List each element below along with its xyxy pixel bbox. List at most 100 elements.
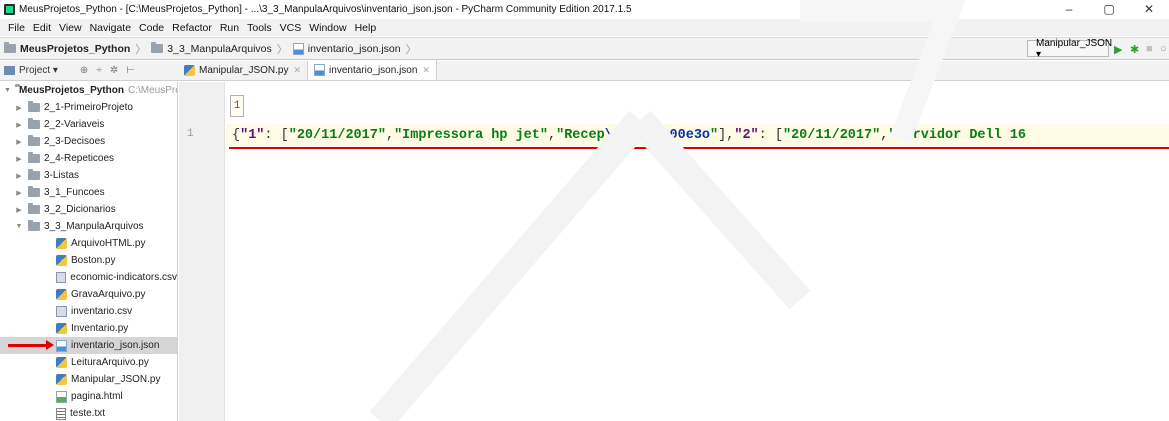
code-token: "20/11/2017"	[288, 127, 386, 143]
collapsed-arrow-icon[interactable]: ▶	[14, 155, 24, 163]
tree-file-label: GravaArquivo.py	[71, 289, 146, 300]
tree-file[interactable]: economic-indicators.csv	[0, 269, 177, 286]
python-file-icon	[56, 357, 67, 368]
html-file-icon	[56, 390, 67, 403]
menu-navigate[interactable]: Navigate	[86, 22, 135, 34]
collapsed-arrow-icon[interactable]: ▶	[14, 104, 24, 112]
tab-manipular-json-py[interactable]: Manipular_JSON.py ✕	[178, 61, 309, 80]
breadcrumb-file[interactable]: inventario_json.json	[292, 42, 401, 55]
menu-tools[interactable]: Tools	[243, 22, 276, 34]
tree-file-label: ArquivoHTML.py	[71, 238, 146, 249]
folder-icon	[28, 220, 40, 231]
tree-file-label: Inventario.py	[71, 323, 129, 334]
tree-folder-open[interactable]: ▼ 3_3_ManpulaArquivos	[0, 218, 177, 235]
collapsed-arrow-icon[interactable]: ▶	[14, 206, 24, 214]
title-bar: MeusProjetos_Python - [C:\MeusProjetos_P…	[0, 0, 1169, 18]
breadcrumb-project-label: MeusProjetos_Python	[20, 42, 131, 55]
settings-gear-icon[interactable]: ✲	[110, 65, 118, 76]
code-token: "20/11/2017"	[782, 127, 881, 143]
breadcrumb-separator: 〉	[405, 43, 417, 56]
tree-folder-label: 3_1_Funcoes	[44, 187, 105, 198]
editor-gutter	[179, 82, 225, 421]
tree-file[interactable]: Boston.py	[0, 252, 177, 269]
tree-folder[interactable]: ▶ 2_2-Variaveis	[0, 116, 177, 133]
menu-edit[interactable]: Edit	[29, 22, 55, 34]
collapsed-arrow-icon[interactable]: ▶	[14, 121, 24, 129]
menu-help[interactable]: Help	[351, 22, 381, 34]
code-token: "2"	[734, 127, 759, 143]
code-token: ,	[880, 127, 889, 143]
collapsed-arrow-icon[interactable]: ▶	[14, 172, 24, 180]
folder-icon	[4, 42, 16, 53]
tree-folder[interactable]: ▶ 2_3-Decisoes	[0, 133, 177, 150]
tree-folder[interactable]: ▶ 2_4-Repeticoes	[0, 150, 177, 167]
debug-icon[interactable]: ✱	[1130, 43, 1139, 56]
run-configuration-select[interactable]: Manipular_JSON ▾	[1027, 38, 1112, 60]
menu-view[interactable]: View	[55, 22, 86, 34]
tree-file[interactable]: ArquivoHTML.py	[0, 235, 177, 252]
tab-inventario-json[interactable]: inventario_json.json ✕	[308, 60, 437, 80]
tab-label: Manipular_JSON.py	[199, 65, 289, 76]
tree-root[interactable]: ▼ MeusProjetos_Python C:\MeusPro	[0, 82, 177, 99]
python-file-icon	[56, 323, 67, 334]
code-token: "Recep	[556, 127, 605, 143]
tree-file-label: inventario.csv	[71, 306, 133, 317]
tree-file[interactable]: teste.txt	[0, 405, 177, 421]
sync-icon[interactable]: ⊕	[80, 65, 88, 76]
expand-arrow-icon[interactable]: ▼	[14, 223, 24, 230]
tree-folder-label: 3_3_ManpulaArquivos	[44, 221, 144, 232]
collapsed-arrow-icon[interactable]: ▶	[14, 138, 24, 146]
tree-file-label: teste.txt	[70, 408, 106, 419]
project-tool-header: Project ▾ ⊕ ÷ ✲ ⊢	[0, 61, 178, 81]
expand-arrow-icon[interactable]: ▼	[4, 87, 11, 94]
tree-folder-label: 2_2-Variaveis	[44, 119, 105, 130]
code-token: {	[232, 127, 241, 143]
breadcrumb-folder-label: 3_3_ManpulaArquivos	[167, 42, 272, 55]
editor-structure-crumb[interactable]: 1	[230, 95, 244, 117]
tree-folder[interactable]: ▶ 3_1_Funcoes	[0, 184, 177, 201]
red-annotation-arrow	[8, 340, 54, 350]
tree-folder-label: 2_1-PrimeiroProjeto	[44, 102, 133, 113]
collapse-icon[interactable]: ÷	[96, 65, 102, 76]
tree-folder[interactable]: ▶ 2_1-PrimeiroProjeto	[0, 99, 177, 116]
breadcrumb-separator: 〉	[135, 43, 147, 56]
tree-file-label: Boston.py	[71, 255, 116, 266]
menu-vcs[interactable]: VCS	[276, 22, 306, 34]
tree-folder[interactable]: ▶ 3_2_Dicionarios	[0, 201, 177, 218]
json-file-icon	[292, 42, 304, 55]
menu-window[interactable]: Window	[305, 22, 350, 34]
folder-icon	[28, 203, 40, 214]
python-file-icon	[56, 238, 67, 249]
folder-icon	[28, 135, 40, 146]
breadcrumb-folder[interactable]: 3_3_ManpulaArquivos	[151, 42, 272, 55]
tree-file[interactable]: GravaArquivo.py	[0, 286, 177, 303]
tree-file[interactable]: Manipular_JSON.py	[0, 371, 177, 388]
tree-file-selected[interactable]: inventario_json.json	[0, 337, 177, 354]
close-button[interactable]: ✕	[1129, 0, 1169, 18]
tree-folder[interactable]: ▶ 3-Listas	[0, 167, 177, 184]
tree-file[interactable]: inventario.csv	[0, 303, 177, 320]
menu-refactor[interactable]: Refactor	[168, 22, 216, 34]
python-file-icon	[56, 374, 67, 385]
close-tab-icon[interactable]: ✕	[422, 65, 430, 76]
close-tab-icon[interactable]: ✕	[293, 65, 301, 76]
code-token: : [	[264, 127, 289, 143]
menu-code[interactable]: Code	[135, 22, 168, 34]
menu-run[interactable]: Run	[216, 22, 243, 34]
search-everywhere-icon[interactable]: ○	[1160, 43, 1167, 55]
hide-icon[interactable]: ⊢	[126, 65, 135, 76]
menu-file[interactable]: File	[4, 22, 29, 34]
code-line[interactable]: {"1": ["20/11/2017", "Impressora hp jet"…	[226, 124, 1169, 146]
stop-icon[interactable]: ■	[1146, 43, 1153, 55]
folder-icon	[151, 42, 164, 53]
collapsed-arrow-icon[interactable]: ▶	[14, 189, 24, 197]
tree-file[interactable]: pagina.html	[0, 388, 177, 405]
tree-file[interactable]: Inventario.py	[0, 320, 177, 337]
run-icon[interactable]: ▶	[1114, 43, 1122, 56]
minimize-button[interactable]: –	[1049, 0, 1089, 18]
breadcrumb-project[interactable]: MeusProjetos_Python	[4, 42, 131, 55]
maximize-button[interactable]: ▢	[1089, 0, 1129, 18]
folder-icon	[28, 169, 40, 180]
tree-file[interactable]: LeituraArquivo.py	[0, 354, 177, 371]
project-view-select[interactable]: Project ▾	[19, 65, 58, 76]
